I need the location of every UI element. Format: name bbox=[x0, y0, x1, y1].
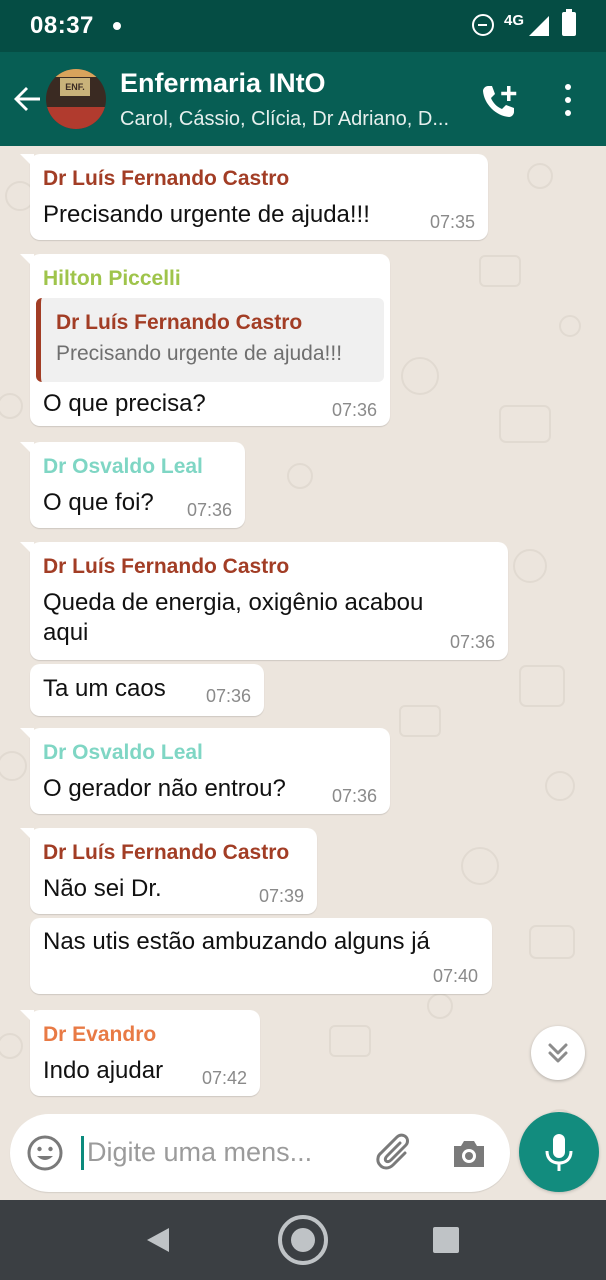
status-time: 08:37 bbox=[30, 12, 94, 39]
battery-icon bbox=[562, 9, 576, 36]
camera-icon[interactable] bbox=[450, 1136, 488, 1172]
message-bubble[interactable]: Ta um caos 07:36 bbox=[30, 664, 264, 716]
system-nav-bar bbox=[0, 1200, 606, 1280]
message-bubble[interactable]: Dr Luís Fernando Castro Queda de energia… bbox=[20, 542, 508, 660]
group-avatar[interactable]: ENF. bbox=[46, 69, 106, 129]
message-text: O que foi? bbox=[43, 489, 154, 516]
double-chevron-down-icon bbox=[548, 1043, 568, 1063]
message-time: 07:36 bbox=[332, 786, 378, 806]
message-time: 07:36 bbox=[450, 632, 496, 652]
nav-recents-icon[interactable] bbox=[433, 1227, 459, 1253]
message-sender[interactable]: Dr Luís Fernando Castro bbox=[43, 167, 289, 191]
message-time: 07:36 bbox=[332, 400, 378, 420]
message-text: Precisando urgente de ajuda!!! bbox=[43, 201, 370, 228]
emoji-icon[interactable] bbox=[26, 1134, 64, 1172]
message-text: O que precisa? bbox=[43, 390, 206, 417]
message-text: Ta um caos bbox=[43, 675, 166, 702]
message-text: O gerador não entrou? bbox=[43, 775, 286, 802]
back-arrow-icon[interactable] bbox=[10, 82, 44, 116]
message-sender[interactable]: Dr Evandro bbox=[43, 1023, 156, 1047]
message-text: Não sei Dr. bbox=[43, 875, 162, 902]
message-sender[interactable]: Dr Luís Fernando Castro bbox=[43, 555, 289, 579]
nav-home-icon[interactable] bbox=[278, 1215, 328, 1265]
message-text: Nas utis estão ambuzando alguns já bbox=[43, 928, 430, 955]
text-cursor bbox=[81, 1136, 84, 1170]
chat-header[interactable]: ENF. Enfermaria INtO Carol, Cássio, Clíc… bbox=[0, 52, 606, 146]
scroll-to-bottom-button[interactable] bbox=[531, 1026, 585, 1080]
group-members[interactable]: Carol, Cássio, Clícia, Dr Adriano, D... bbox=[120, 108, 465, 131]
message-sender[interactable]: Dr Luís Fernando Castro bbox=[43, 841, 289, 865]
message-sender[interactable]: Hilton Piccelli bbox=[43, 267, 181, 291]
avatar-decoration bbox=[46, 107, 106, 129]
message-time: 07:39 bbox=[259, 886, 305, 906]
message-sender[interactable]: Dr Osvaldo Leal bbox=[43, 741, 203, 765]
signal-icon bbox=[529, 16, 549, 36]
message-bubble[interactable]: Dr Luís Fernando Castro Precisando urgen… bbox=[20, 154, 488, 240]
message-time: 07:42 bbox=[202, 1068, 248, 1088]
message-bubble[interactable]: Dr Evandro Indo ajudar 07:42 bbox=[20, 1010, 260, 1096]
message-bubble[interactable]: Hilton Piccelli Dr Luís Fernando Castro … bbox=[20, 254, 390, 426]
network-type: 4G bbox=[504, 12, 525, 29]
quoted-sender: Dr Luís Fernando Castro bbox=[56, 311, 303, 334]
add-call-icon[interactable] bbox=[480, 82, 520, 120]
message-time: 07:36 bbox=[187, 500, 233, 520]
message-text: Queda de energia, oxigênio acabou bbox=[43, 589, 424, 616]
quoted-message[interactable]: Dr Luís Fernando Castro Precisando urgen… bbox=[36, 298, 384, 382]
message-text: Indo ajudar bbox=[43, 1057, 164, 1084]
message-bubble[interactable]: Dr Osvaldo Leal O gerador não entrou? 07… bbox=[20, 728, 390, 814]
message-input[interactable]: Digite uma mens... bbox=[87, 1137, 312, 1168]
quoted-text: Precisando urgente de ajuda!!! bbox=[56, 342, 343, 365]
mic-icon bbox=[545, 1134, 573, 1171]
message-time: 07:40 bbox=[433, 966, 479, 986]
message-sender[interactable]: Dr Osvaldo Leal bbox=[43, 455, 203, 479]
group-title[interactable]: Enfermaria INtO bbox=[120, 68, 326, 99]
message-composer[interactable]: Digite uma mens... bbox=[10, 1114, 510, 1192]
nav-back-icon[interactable] bbox=[145, 1226, 171, 1254]
message-bubble[interactable]: Dr Luís Fernando Castro Não sei Dr. 07:3… bbox=[20, 828, 317, 914]
message-bubble[interactable]: Dr Osvaldo Leal O que foi? 07:36 bbox=[20, 442, 245, 528]
message-text: aqui bbox=[43, 619, 89, 646]
message-bubble[interactable]: Nas utis estão ambuzando alguns já 07:40 bbox=[30, 918, 492, 994]
message-time: 07:35 bbox=[430, 212, 476, 232]
more-vert-icon[interactable] bbox=[556, 82, 580, 118]
notification-dot-icon bbox=[113, 22, 121, 30]
voice-record-button[interactable] bbox=[519, 1112, 599, 1192]
chat-area[interactable]: Dr Luís Fernando Castro Precisando urgen… bbox=[0, 146, 606, 1200]
avatar-label: ENF. bbox=[60, 78, 90, 96]
do-not-disturb-icon bbox=[472, 14, 494, 36]
message-time: 07:36 bbox=[206, 686, 252, 706]
avatar-decoration bbox=[46, 69, 106, 77]
status-bar: 08:37 4G bbox=[0, 0, 606, 52]
attach-icon[interactable] bbox=[375, 1132, 415, 1174]
